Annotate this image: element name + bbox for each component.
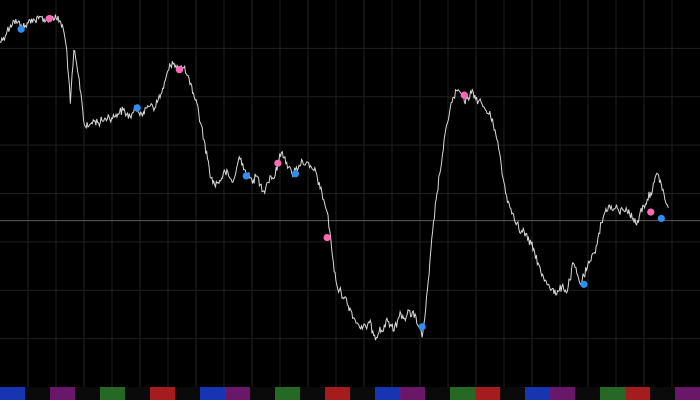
blue-signal-marker [242, 172, 250, 180]
time-segment [675, 387, 700, 400]
pink-signal-marker [647, 208, 655, 216]
time-segment [600, 387, 626, 400]
time-segment [425, 387, 451, 400]
time-segment [375, 387, 401, 400]
time-segment [475, 387, 501, 400]
blue-signal-marker [657, 214, 665, 223]
time-segment [75, 387, 101, 400]
chart-canvas [0, 0, 700, 387]
time-segment [175, 387, 201, 400]
time-segment [300, 387, 326, 400]
time-segment [325, 387, 351, 400]
time-segment [125, 387, 151, 400]
blue-signal-marker [580, 280, 588, 288]
price-chart[interactable] [0, 0, 700, 387]
time-segment [225, 387, 251, 400]
time-segment [350, 387, 376, 400]
pink-signal-marker [175, 66, 183, 74]
blue-signal-marker [133, 104, 141, 112]
time-segment [650, 387, 676, 400]
time-segment [550, 387, 576, 400]
time-axis-strip [0, 387, 700, 400]
pink-signal-marker [274, 159, 282, 167]
time-axis-segments [0, 387, 700, 400]
time-segment [150, 387, 176, 400]
time-segment [200, 387, 226, 400]
time-segment [50, 387, 76, 400]
pink-signal-marker [45, 15, 53, 23]
time-segment [500, 387, 526, 400]
time-segment [250, 387, 276, 400]
blue-signal-marker [418, 323, 426, 331]
time-segment [25, 387, 51, 400]
time-segment [575, 387, 601, 400]
pink-signal-marker [323, 233, 331, 242]
blue-signal-marker [17, 25, 25, 33]
time-segment [400, 387, 426, 400]
time-segment [450, 387, 476, 400]
blue-signal-marker [291, 170, 300, 178]
time-segment [525, 387, 551, 400]
time-segment [275, 387, 301, 400]
time-segment [100, 387, 126, 400]
pink-signal-marker [460, 91, 468, 99]
time-segment [0, 387, 26, 400]
time-segment [625, 387, 651, 400]
